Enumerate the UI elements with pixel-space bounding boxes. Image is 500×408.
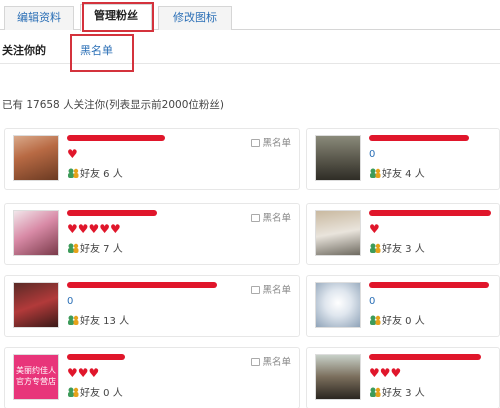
avatar[interactable]: 美丽约佳人 官方专营店 [13, 354, 59, 400]
friends-icon [67, 315, 79, 325]
friends-count: 好友 4 人 [369, 165, 425, 180]
friends-icon [67, 387, 79, 397]
friends-icon [369, 243, 381, 253]
tab-change-icon[interactable]: 修改图标 [158, 6, 232, 30]
avatar[interactable] [13, 135, 59, 181]
redacted-name [369, 210, 491, 216]
fan-card: 0 好友 4 人 [306, 128, 500, 190]
redacted-name [67, 282, 217, 288]
redacted-name [369, 135, 469, 141]
friends-count: 好友 3 人 [369, 384, 425, 399]
redacted-name [67, 354, 125, 360]
friends-icon [369, 387, 381, 397]
redacted-name [67, 210, 157, 216]
hearts-rating: ♥ [67, 147, 78, 161]
redacted-name [369, 354, 481, 360]
hearts-zero: 0 [369, 149, 376, 160]
tab-edit-profile[interactable]: 编辑资料 [4, 6, 74, 30]
fan-card: ♥♥♥ 好友 3 人 [306, 347, 500, 408]
hearts-rating: ♥♥♥ [369, 366, 402, 380]
fan-card: ♥ 好友 3 人 [306, 203, 500, 265]
fan-card: 黑名单 ♥ 好友 6 人 [4, 128, 300, 190]
friends-icon [369, 315, 381, 325]
avatar[interactable] [13, 210, 59, 256]
hearts-rating: ♥♥♥ [67, 366, 100, 380]
blacklist-icon [251, 286, 261, 294]
hearts-rating: ♥♥♥♥♥ [67, 222, 121, 236]
friends-count: 好友 6 人 [67, 165, 123, 180]
avatar[interactable] [315, 282, 361, 328]
fan-card: 黑名单 0 好友 13 人 [4, 275, 300, 337]
highlight-box-blacklist [70, 34, 134, 72]
fan-card: 0 好友 0 人 [306, 275, 500, 337]
fan-card: 黑名单 ♥♥♥♥♥ 好友 7 人 [4, 203, 300, 265]
friends-icon [369, 168, 381, 178]
avatar[interactable] [315, 135, 361, 181]
friends-count: 好友 7 人 [67, 240, 123, 255]
avatar[interactable] [315, 210, 361, 256]
fan-card: 美丽约佳人 官方专营店 黑名单 ♥♥♥ 好友 0 人 [4, 347, 300, 408]
friends-icon [67, 243, 79, 253]
blacklist-link[interactable]: 黑名单 [251, 354, 291, 368]
blacklist-link[interactable]: 黑名单 [251, 210, 291, 224]
subnav-follow-me[interactable]: 关注你的 [2, 42, 46, 58]
redacted-name [67, 135, 165, 141]
hearts-zero: 0 [369, 296, 376, 307]
redacted-name [369, 282, 489, 288]
friends-count: 好友 3 人 [369, 240, 425, 255]
blacklist-icon [251, 358, 261, 366]
friends-icon [67, 168, 79, 178]
store-logo-text: 美丽约佳人 官方专营店 [16, 366, 56, 386]
blacklist-icon [251, 214, 261, 222]
blacklist-link[interactable]: 黑名单 [251, 282, 291, 296]
blacklist-link[interactable]: 黑名单 [251, 135, 291, 149]
tab-bar: 编辑资料 管理粉丝 修改图标 [0, 0, 500, 31]
highlight-box-tab [82, 2, 154, 32]
friends-count: 好友 0 人 [67, 384, 123, 399]
friends-count: 好友 0 人 [369, 312, 425, 327]
avatar[interactable] [13, 282, 59, 328]
blacklist-icon [251, 139, 261, 147]
hearts-zero: 0 [67, 296, 74, 307]
avatar[interactable] [315, 354, 361, 400]
friends-count: 好友 13 人 [67, 312, 129, 327]
fans-summary: 已有 17658 人关注你(列表显示前2000位粉丝) [2, 99, 224, 111]
hearts-rating: ♥ [369, 222, 380, 236]
